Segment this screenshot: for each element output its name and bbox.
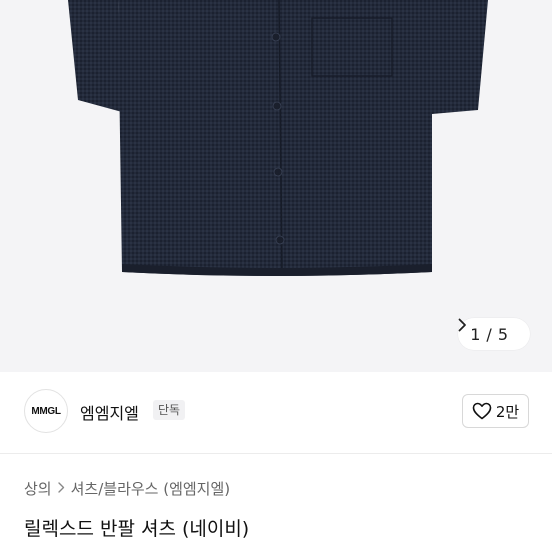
breadcrumb-item-top[interactable]: 상의 <box>24 478 52 499</box>
breadcrumb: 상의 셔츠/블라우스 (엠엠지엘) <box>24 478 230 499</box>
image-pager[interactable]: 1 / 5 <box>458 318 530 350</box>
product-image-carousel[interactable]: 1 / 5 <box>0 0 552 372</box>
shop-name[interactable]: 엠엠지엘 <box>80 400 139 424</box>
shop-logo-text: MMGL <box>31 405 61 417</box>
pager-current: 1 <box>470 324 481 344</box>
shop-logo[interactable]: MMGL <box>24 389 68 433</box>
shop-info-row: MMGL 엠엠지엘 단독 2만 <box>0 372 552 454</box>
chevron-right-icon <box>57 481 65 497</box>
product-title: 릴렉스드 반팔 셔츠 (네이비) <box>24 518 250 540</box>
like-count: 2만 <box>495 402 520 421</box>
like-button[interactable]: 2만 <box>462 394 529 428</box>
pager-separator: / <box>486 324 492 344</box>
heart-outline-icon <box>472 402 492 420</box>
exclusive-badge: 단독 <box>153 400 186 420</box>
product-image-shirt <box>68 0 488 276</box>
breadcrumb-item-category[interactable]: 셔츠/블라우스 (엠엠지엘) <box>71 478 231 499</box>
pager-total: 5 <box>497 324 508 344</box>
